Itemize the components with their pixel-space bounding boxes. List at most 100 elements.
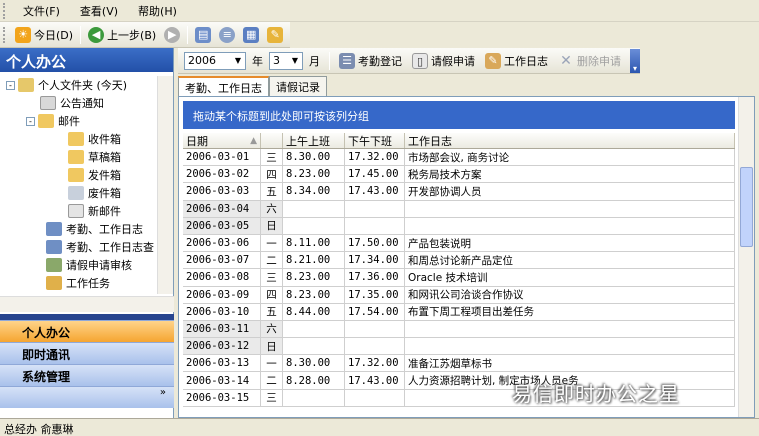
menubar-grip[interactable] bbox=[3, 2, 9, 19]
tab-leave-records[interactable]: 请假记录 bbox=[269, 76, 327, 96]
table-cell[interactable] bbox=[345, 200, 405, 217]
table-cell[interactable]: 17.54.00 bbox=[345, 303, 405, 320]
tree-item-mail[interactable]: - 邮件 bbox=[0, 112, 173, 130]
table-cell[interactable] bbox=[405, 200, 735, 217]
tree-item-drafts[interactable]: 草稿箱 bbox=[0, 148, 173, 166]
table-cell[interactable]: 三 bbox=[261, 149, 283, 166]
month-select[interactable]: 3 ▼ bbox=[269, 51, 303, 70]
tree-item-attendance-log[interactable]: 考勤、工作日志 bbox=[0, 220, 173, 238]
scrollbar-thumb[interactable] bbox=[740, 167, 753, 247]
table-cell[interactable]: 和周总讨论新产品定位 bbox=[405, 252, 735, 269]
table-cell[interactable]: 8.28.00 bbox=[283, 372, 345, 389]
back-button[interactable]: ◀ 上一步(B) bbox=[84, 25, 160, 45]
table-cell[interactable]: Oracle 技术培训 bbox=[405, 269, 735, 286]
new-folder-button[interactable]: ▤ bbox=[191, 25, 215, 45]
table-cell[interactable]: 2006-03-05 bbox=[183, 217, 261, 234]
table-row[interactable]: 2006-03-05 日 bbox=[183, 217, 735, 235]
menu-help[interactable]: 帮助(H) bbox=[128, 1, 187, 21]
collapse-icon[interactable]: - bbox=[6, 80, 15, 90]
tree-horizontal-scrollbar[interactable] bbox=[0, 296, 174, 312]
group-by-area[interactable]: 拖动某个标题到此处即可按该列分组 bbox=[183, 101, 735, 129]
tree-item-tasks[interactable]: 工作任务 bbox=[0, 274, 173, 292]
table-row[interactable]: 2006-03-09 四 8.23.00 17.35.00 和网讯公司洽谈合作协议 bbox=[183, 286, 735, 304]
table-cell[interactable]: 六 bbox=[261, 320, 283, 338]
table-cell[interactable]: 市场部会议, 商务讨论 bbox=[405, 149, 735, 166]
delete-request-button[interactable]: ✕ 删除申请 bbox=[554, 51, 625, 71]
table-cell[interactable]: 2006-03-09 bbox=[183, 286, 261, 303]
table-row[interactable]: 2006-03-08 三 8.23.00 17.36.00 Oracle 技术培训 bbox=[183, 269, 735, 287]
table-cell[interactable] bbox=[283, 338, 345, 355]
column-header-worklog[interactable]: 工作日志 bbox=[405, 133, 735, 148]
table-cell[interactable]: 产品包装说明 bbox=[405, 234, 735, 252]
table-cell[interactable]: 8.23.00 bbox=[283, 269, 345, 286]
table-cell[interactable]: 2006-03-14 bbox=[183, 372, 261, 389]
tree-item-trash[interactable]: 废件箱 bbox=[0, 184, 173, 202]
table-cell[interactable]: 17.50.00 bbox=[345, 234, 405, 252]
table-cell[interactable]: 17.45.00 bbox=[345, 166, 405, 183]
table-cell[interactable]: 2006-03-01 bbox=[183, 149, 261, 166]
table-cell[interactable]: 17.35.00 bbox=[345, 286, 405, 303]
table-cell[interactable]: 8.11.00 bbox=[283, 234, 345, 252]
table-cell[interactable]: 五 bbox=[261, 183, 283, 200]
work-log-button[interactable]: ✎ 工作日志 bbox=[481, 51, 552, 71]
table-cell[interactable]: 三 bbox=[261, 269, 283, 286]
edit-button[interactable]: ✎ bbox=[263, 25, 287, 45]
table-cell[interactable]: 17.43.00 bbox=[345, 372, 405, 389]
table-cell[interactable] bbox=[345, 389, 405, 406]
table-cell[interactable]: 三 bbox=[261, 389, 283, 406]
nav-more-button[interactable]: » bbox=[0, 386, 174, 408]
table-cell[interactable]: 2006-03-02 bbox=[183, 166, 261, 183]
table-cell[interactable]: 日 bbox=[261, 217, 283, 234]
collapse-icon[interactable]: - bbox=[26, 116, 35, 126]
table-cell[interactable] bbox=[405, 320, 735, 338]
table-row[interactable]: 2006-03-06 一 8.11.00 17.50.00 产品包装说明 bbox=[183, 234, 735, 253]
table-cell[interactable]: 税务局技术方案 bbox=[405, 166, 735, 183]
tree-item-notices[interactable]: 公告通知 bbox=[0, 94, 173, 112]
menu-file[interactable]: 文件(F) bbox=[13, 1, 70, 21]
tree-vertical-scrollbar[interactable] bbox=[157, 76, 173, 294]
column-header-afternoon[interactable]: 下午下班 bbox=[345, 133, 405, 148]
list-view-button[interactable]: ≡ bbox=[215, 25, 239, 45]
table-cell[interactable]: 8.44.00 bbox=[283, 303, 345, 320]
table-cell[interactable] bbox=[283, 217, 345, 234]
table-cell[interactable]: 和网讯公司洽谈合作协议 bbox=[405, 286, 735, 303]
menu-view[interactable]: 查看(V) bbox=[70, 1, 128, 21]
table-cell[interactable] bbox=[283, 320, 345, 338]
nav-personal-office[interactable]: 个人办公 bbox=[0, 320, 174, 342]
table-cell[interactable]: 17.34.00 bbox=[345, 252, 405, 269]
table-cell[interactable] bbox=[283, 200, 345, 217]
table-cell[interactable]: 8.30.00 bbox=[283, 149, 345, 166]
table-cell[interactable]: 一 bbox=[261, 234, 283, 252]
column-header-morning[interactable]: 上午上班 bbox=[283, 133, 345, 148]
toolbar-grip[interactable] bbox=[3, 26, 9, 43]
table-cell[interactable]: 8.23.00 bbox=[283, 286, 345, 303]
table-cell[interactable]: 二 bbox=[261, 372, 283, 389]
tree-item-outbox[interactable]: 发件箱 bbox=[0, 166, 173, 184]
column-header-date[interactable]: 日期 ▲ bbox=[183, 133, 261, 148]
table-row[interactable]: 2006-03-13 一 8.30.00 17.32.00 准备江苏烟草标书 bbox=[183, 355, 735, 373]
forward-button[interactable]: ▶ bbox=[160, 25, 184, 45]
table-cell[interactable] bbox=[283, 389, 345, 406]
toolbar-overflow-button[interactable]: ▾ bbox=[630, 48, 640, 73]
table-cell[interactable]: 布置下周工程项目出差任务 bbox=[405, 303, 735, 320]
table-cell[interactable]: 一 bbox=[261, 355, 283, 372]
table-cell[interactable]: 四 bbox=[261, 286, 283, 303]
table-cell[interactable]: 8.21.00 bbox=[283, 252, 345, 269]
table-row[interactable]: 2006-03-11 六 bbox=[183, 320, 735, 339]
nav-instant-messaging[interactable]: 即时通讯 bbox=[0, 342, 174, 364]
tree-item-new-mail[interactable]: 新邮件 bbox=[0, 202, 173, 220]
table-cell[interactable]: 2006-03-07 bbox=[183, 252, 261, 269]
table-cell[interactable] bbox=[405, 338, 735, 355]
year-select[interactable]: 2006 ▼ bbox=[184, 51, 246, 70]
table-cell[interactable]: 8.30.00 bbox=[283, 355, 345, 372]
table-cell[interactable]: 四 bbox=[261, 166, 283, 183]
grid-vertical-scrollbar[interactable] bbox=[738, 97, 754, 417]
table-row[interactable]: 2006-03-03 五 8.34.00 17.43.00 开发部协调人员 bbox=[183, 183, 735, 201]
table-cell[interactable]: 2006-03-08 bbox=[183, 269, 261, 286]
tree-item-leave-review[interactable]: 请假申请审核 bbox=[0, 256, 173, 274]
column-header-weekday[interactable] bbox=[261, 133, 283, 148]
table-row[interactable]: 2006-03-04 六 bbox=[183, 200, 735, 218]
table-cell[interactable]: 日 bbox=[261, 338, 283, 355]
tree-item-attendance-query[interactable]: 考勤、工作日志查 bbox=[0, 238, 173, 256]
table-row[interactable]: 2006-03-01 三 8.30.00 17.32.00 市场部会议, 商务讨论 bbox=[183, 149, 735, 167]
